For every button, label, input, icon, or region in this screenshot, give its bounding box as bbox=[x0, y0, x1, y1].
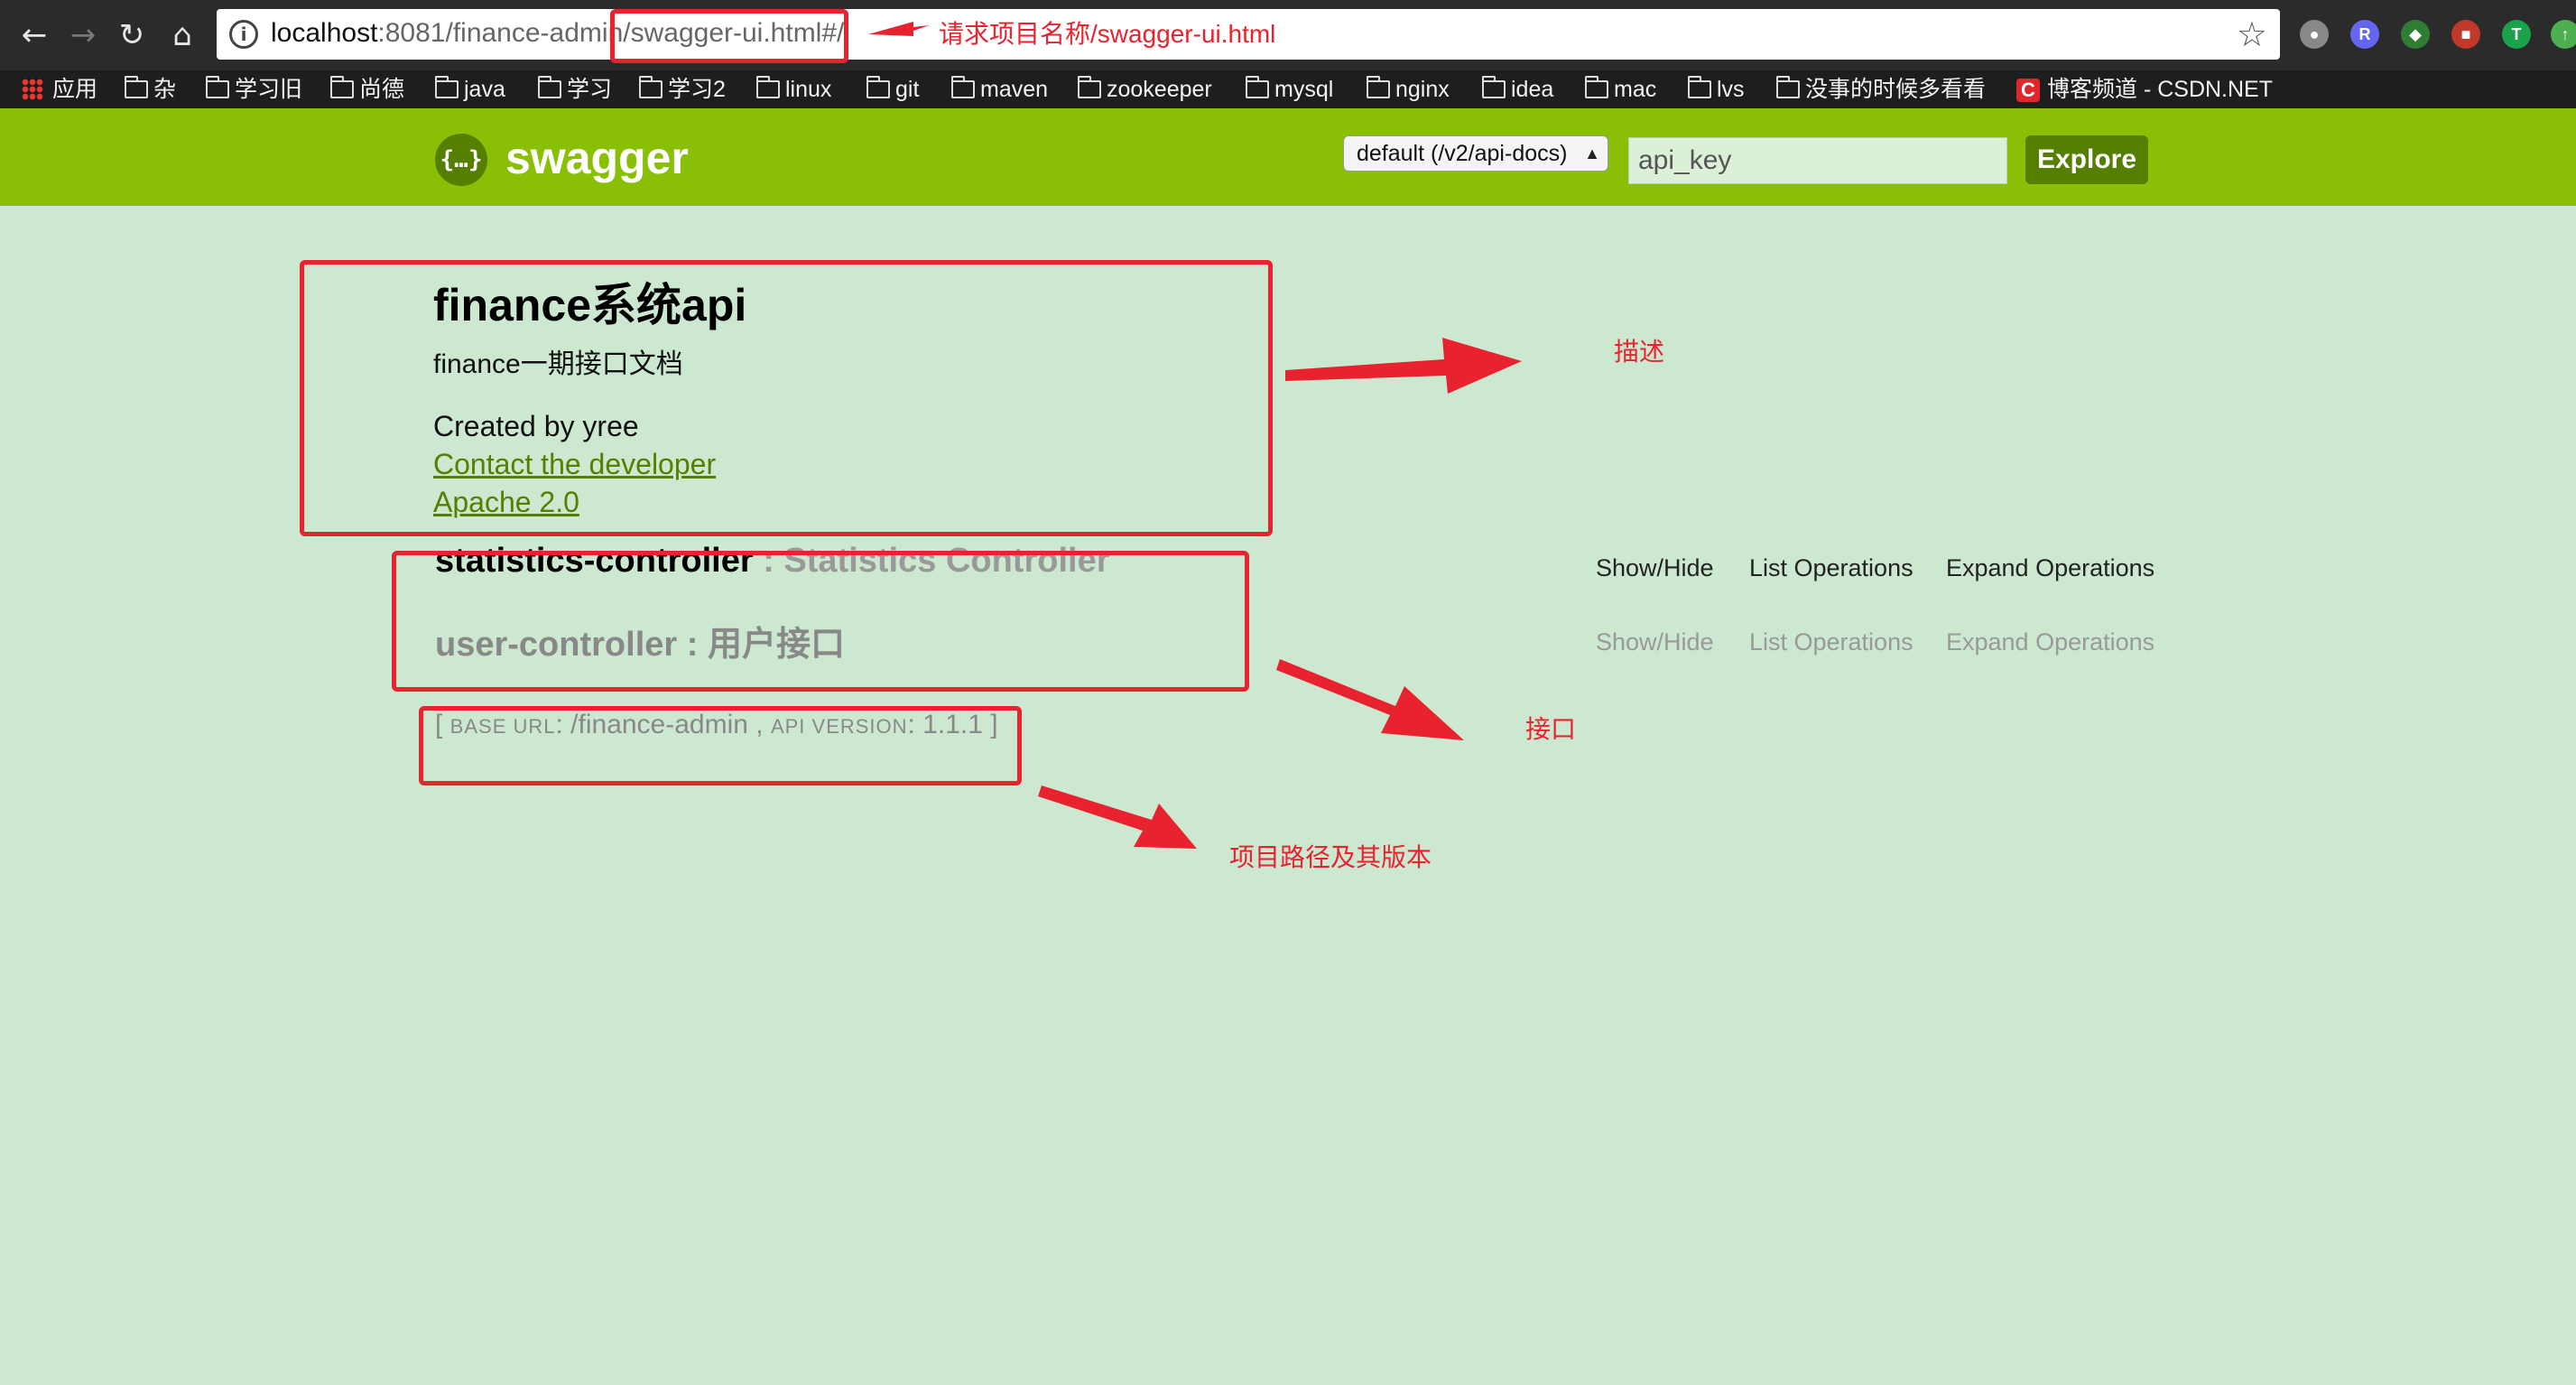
description-annotation: 描述 bbox=[1614, 338, 1665, 366]
url-arrow bbox=[868, 22, 930, 36]
interface-arrow bbox=[1276, 659, 1464, 740]
path-version-arrow bbox=[1038, 785, 1197, 849]
path-version-annotation: 项目路径及其版本 bbox=[1229, 843, 1432, 871]
description-arrow bbox=[1285, 338, 1522, 394]
annotation-arrows bbox=[868, 22, 1522, 849]
interface-annotation: 接口 bbox=[1525, 715, 1577, 743]
url-annotation: 请求项目名称/swagger-ui.html bbox=[939, 20, 1276, 48]
